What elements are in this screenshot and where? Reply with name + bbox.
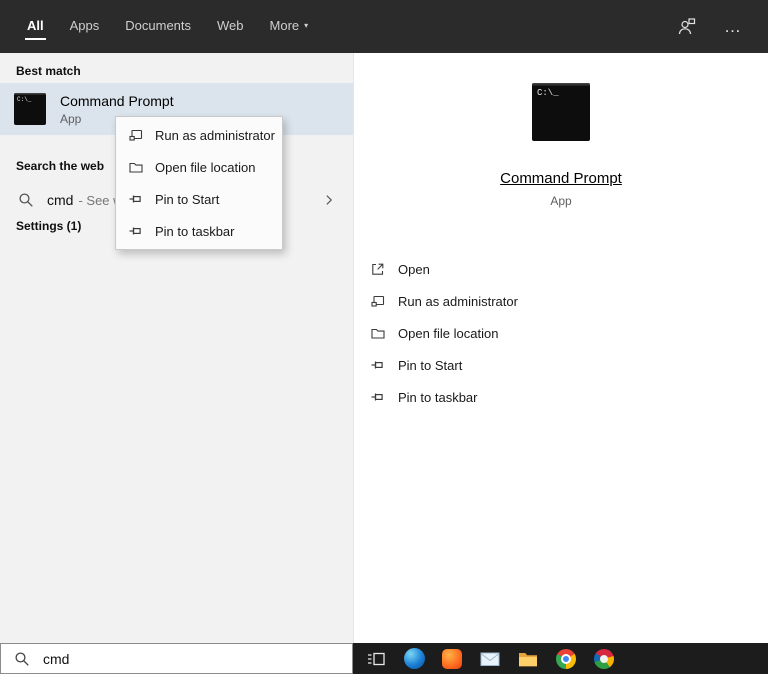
action-label: Open file location bbox=[398, 325, 499, 341]
mail-button[interactable] bbox=[471, 643, 509, 674]
tab-more[interactable]: More ▾ bbox=[268, 13, 311, 40]
pin-icon bbox=[128, 223, 144, 239]
preview-subtitle: App bbox=[550, 194, 572, 208]
menu-item-pin-to-start[interactable]: Pin to Start bbox=[116, 183, 282, 215]
tab-web-label: Web bbox=[217, 18, 244, 33]
action-open[interactable]: Open bbox=[354, 253, 768, 285]
chrome-button[interactable] bbox=[547, 643, 585, 674]
task-view-icon bbox=[366, 649, 386, 669]
header-right-controls: … bbox=[676, 17, 754, 37]
menu-item-label: Pin to Start bbox=[155, 191, 220, 207]
tab-more-label: More bbox=[269, 18, 300, 33]
taskbar-search-box[interactable] bbox=[0, 643, 353, 674]
chevron-down-icon: ▾ bbox=[304, 20, 309, 30]
chrome-icon bbox=[556, 648, 576, 669]
user-icon[interactable] bbox=[676, 17, 696, 37]
search-icon bbox=[14, 651, 30, 667]
tab-all[interactable]: All bbox=[25, 13, 46, 40]
orange-app-button[interactable] bbox=[433, 643, 471, 674]
preview-panel: Command Prompt App Open bbox=[353, 53, 768, 643]
more-options-icon[interactable]: … bbox=[724, 18, 742, 35]
windows-search-flyout: All Apps Documents Web More ▾ … Best mat… bbox=[0, 0, 768, 674]
pin-icon bbox=[128, 191, 144, 207]
search-filter-bar: All Apps Documents Web More ▾ … bbox=[0, 0, 768, 53]
search-icon bbox=[18, 192, 34, 208]
tab-documents-label: Documents bbox=[125, 18, 192, 33]
menu-item-open-file-location[interactable]: Open file location bbox=[116, 151, 282, 183]
tab-all-label: All bbox=[27, 18, 44, 33]
results-panel: Best match Command Prompt App Search the… bbox=[0, 53, 353, 643]
colorful-app-icon bbox=[594, 648, 614, 669]
orange-app-icon bbox=[442, 648, 462, 669]
menu-item-pin-to-taskbar[interactable]: Pin to taskbar bbox=[116, 215, 282, 247]
action-pin-to-taskbar[interactable]: Pin to taskbar bbox=[354, 381, 768, 413]
menu-item-run-as-administrator[interactable]: Run as administrator bbox=[116, 119, 282, 151]
pin-icon bbox=[370, 357, 386, 373]
filter-tabs: All Apps Documents Web More ▾ bbox=[14, 0, 321, 53]
tab-apps[interactable]: Apps bbox=[68, 13, 102, 40]
preview-actions: Open Run as administrator Open file loca… bbox=[354, 253, 768, 413]
edge-button[interactable] bbox=[395, 643, 433, 674]
best-match-title: Command Prompt bbox=[60, 92, 174, 109]
action-run-as-administrator[interactable]: Run as administrator bbox=[354, 285, 768, 317]
section-settings: Settings (1) bbox=[16, 219, 82, 233]
section-search-the-web: Search the web bbox=[16, 159, 105, 173]
menu-item-label: Run as administrator bbox=[155, 127, 275, 143]
colorful-app-button[interactable] bbox=[585, 643, 623, 674]
menu-item-label: Open file location bbox=[155, 159, 256, 175]
search-input[interactable] bbox=[43, 650, 293, 667]
preview-title: Command Prompt bbox=[500, 170, 622, 187]
file-location-icon bbox=[370, 325, 386, 341]
file-explorer-icon bbox=[518, 650, 538, 668]
tab-apps-label: Apps bbox=[69, 18, 100, 33]
task-view-button[interactable] bbox=[357, 643, 395, 674]
action-label: Open bbox=[398, 261, 430, 277]
mail-icon bbox=[480, 651, 500, 667]
pin-icon bbox=[370, 389, 386, 405]
open-icon bbox=[370, 261, 386, 277]
web-result-text: cmd - See w bbox=[47, 192, 123, 208]
web-result-query: cmd bbox=[47, 192, 74, 208]
edge-icon bbox=[403, 648, 425, 669]
file-explorer-button[interactable] bbox=[509, 643, 547, 674]
action-label: Pin to taskbar bbox=[398, 389, 478, 405]
action-label: Run as administrator bbox=[398, 293, 518, 309]
taskbar bbox=[353, 643, 768, 674]
action-open-file-location[interactable]: Open file location bbox=[354, 317, 768, 349]
command-prompt-icon bbox=[14, 93, 46, 125]
menu-item-label: Pin to taskbar bbox=[155, 223, 235, 239]
run-as-admin-icon bbox=[370, 293, 386, 309]
action-label: Pin to Start bbox=[398, 357, 463, 373]
tab-web[interactable]: Web bbox=[215, 13, 246, 40]
chevron-right-icon[interactable] bbox=[317, 188, 341, 212]
run-as-admin-icon bbox=[128, 127, 144, 143]
context-menu: Run as administrator Open file location … bbox=[115, 116, 283, 250]
section-best-match: Best match bbox=[16, 64, 81, 78]
file-location-icon bbox=[128, 159, 144, 175]
action-pin-to-start[interactable]: Pin to Start bbox=[354, 349, 768, 381]
tab-documents[interactable]: Documents bbox=[123, 13, 193, 40]
command-prompt-icon-large bbox=[532, 83, 590, 141]
